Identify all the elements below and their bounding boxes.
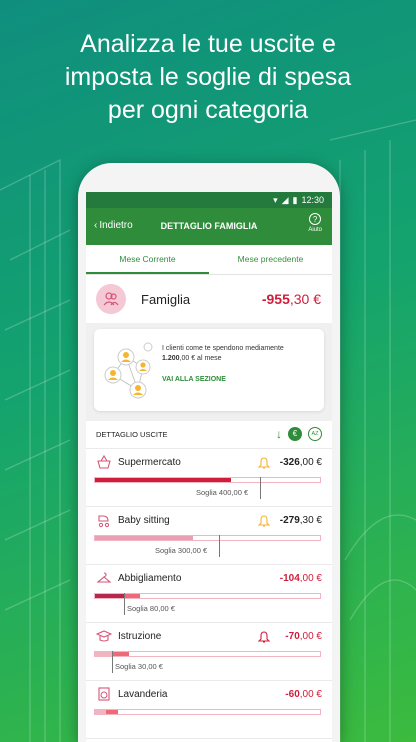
threshold-label: Soglia 300,00 € xyxy=(155,546,208,555)
bell-icon[interactable] xyxy=(258,515,270,527)
family-summary: Famiglia -955,30 € xyxy=(86,275,332,323)
category-amount-dec: ,00 € xyxy=(299,689,322,700)
category-amount-dec: ,00 € xyxy=(299,631,322,642)
help-button[interactable]: ? Aiuto xyxy=(308,213,322,235)
headline-line-1: Analizza le tue uscite e xyxy=(80,30,336,58)
category-amount-dec: ,00 € xyxy=(299,573,322,584)
category-name: Lavanderia xyxy=(118,689,168,700)
category-row[interactable]: Abbigliamento -104,00 € Soglia 80,00 € xyxy=(86,565,332,623)
help-label: Aiuto xyxy=(308,227,322,233)
graduation-cap-icon xyxy=(96,630,112,642)
stroller-icon xyxy=(98,515,110,528)
status-bar: ▾ ◢ ▮ 12:30 xyxy=(86,192,332,208)
sort-arrow-down-icon: ↓ xyxy=(276,427,282,441)
insight-amount: 1.200 xyxy=(162,355,180,362)
category-amount-int: -279 xyxy=(279,515,300,526)
headline: Analizza le tue uscite e imposta le sogl… xyxy=(0,28,416,127)
go-to-section-link[interactable]: VAI ALLA SEZIONE xyxy=(162,376,226,383)
category-amount-dec: ,30 € xyxy=(299,515,322,526)
category-bar-fill xyxy=(95,710,106,714)
app-screen: ▾ ◢ ▮ 12:30 ‹ Indietro DETTAGLIO FAMIGLI… xyxy=(86,192,332,742)
category-bar-overflow xyxy=(125,594,140,598)
threshold-label: Soglia 400,00 € xyxy=(196,488,249,497)
family-total-dec: ,30 € xyxy=(289,291,321,307)
people-network-icon xyxy=(104,342,153,399)
category-amount: -326,00 € xyxy=(280,457,322,468)
month-tabs: Mese Corrente Mese precedente xyxy=(86,245,332,275)
category-amount-int: -70 xyxy=(285,631,300,642)
category-progress-bar xyxy=(94,477,321,483)
category-row[interactable]: Baby sitting -279,30 € Soglia 300,00 € xyxy=(86,507,332,565)
category-bar-fill xyxy=(95,536,193,540)
family-name: Famiglia xyxy=(141,291,191,307)
insight-card[interactable]: I clienti come te spendono mediamente 1.… xyxy=(94,329,324,411)
signal-icon: ◢ xyxy=(281,194,289,205)
bell-icon[interactable] xyxy=(258,457,270,469)
sort-alphabetical-button[interactable]: AZ xyxy=(308,427,322,441)
headline-line-3: per ogni categoria xyxy=(107,96,309,124)
category-name: Supermercato xyxy=(118,457,181,468)
washing-machine-icon xyxy=(98,687,110,701)
category-row[interactable]: Istruzione -70,00 € Soglia 30,00 € xyxy=(86,623,332,681)
insight-area: I clienti come te spendono mediamente 1.… xyxy=(86,323,332,421)
category-amount-dec: ,00 € xyxy=(299,457,322,468)
family-avatar xyxy=(96,284,126,314)
category-amount: -60,00 € xyxy=(285,689,322,700)
threshold-marker xyxy=(260,477,261,499)
insight-line-1: I clienti come te spendono mediamente xyxy=(162,345,284,352)
category-amount: -104,00 € xyxy=(280,573,322,584)
tab-current-month[interactable]: Mese Corrente xyxy=(86,245,209,274)
category-progress-bar xyxy=(94,535,321,541)
category-bar-fill xyxy=(95,652,113,656)
tab-previous-month[interactable]: Mese precedente xyxy=(209,245,332,274)
category-bar-overflow xyxy=(113,652,129,656)
basket-icon xyxy=(97,454,111,469)
threshold-label: Soglia 80,00 € xyxy=(127,604,175,613)
category-bar-fill xyxy=(95,594,125,598)
category-row[interactable]: Lavanderia -60,00 € xyxy=(86,681,332,739)
category-amount: -279,30 € xyxy=(280,515,322,526)
threshold-label: Soglia 30,00 € xyxy=(115,662,163,671)
insight-amount-rest: ,00 € al mese xyxy=(179,355,222,362)
wifi-icon: ▾ xyxy=(273,194,278,205)
category-amount-int: -60 xyxy=(285,689,300,700)
category-amount-int: -326 xyxy=(279,457,300,468)
category-name: Baby sitting xyxy=(118,515,170,526)
insight-line-2: 1.200,00 € al mese xyxy=(162,354,322,364)
category-list: Supermercato -326,00 € Soglia 400,00 € Baby… xyxy=(86,449,332,739)
family-icon xyxy=(103,292,119,306)
sort-controls: ↓ € AZ xyxy=(276,427,322,441)
page-title: DETTAGLIO FAMIGLIA xyxy=(160,221,258,231)
category-amount-int: -104 xyxy=(279,573,300,584)
family-total: -955,30 € xyxy=(262,291,321,307)
family-total-int: -955 xyxy=(261,291,290,307)
app-bar: ‹ Indietro DETTAGLIO FAMIGLIA ? Aiuto xyxy=(86,208,332,245)
section-header: DETTAGLIO USCITE ↓ € AZ xyxy=(86,421,332,449)
category-progress-bar xyxy=(94,709,321,715)
category-bar-overflow xyxy=(106,710,118,714)
category-name: Istruzione xyxy=(118,631,162,642)
category-amount: -70,00 € xyxy=(285,631,322,642)
hanger-icon xyxy=(96,572,112,583)
headline-line-2: imposta le soglie di spesa xyxy=(64,63,352,91)
section-title: DETTAGLIO USCITE xyxy=(96,430,168,439)
bell-icon[interactable] xyxy=(258,631,270,643)
question-icon: ? xyxy=(309,213,322,225)
category-progress-bar xyxy=(94,593,321,599)
category-row[interactable]: Supermercato -326,00 € Soglia 400,00 € xyxy=(86,449,332,507)
sort-by-amount-button[interactable]: € xyxy=(288,427,302,441)
threshold-marker xyxy=(112,651,113,673)
status-time: 12:30 xyxy=(301,195,324,205)
insight-text: I clienti come te spendono mediamente 1.… xyxy=(162,344,322,364)
category-bar-fill xyxy=(95,478,231,482)
category-progress-bar xyxy=(94,651,321,657)
threshold-marker xyxy=(219,535,220,557)
threshold-marker xyxy=(124,593,125,615)
battery-icon: ▮ xyxy=(292,194,298,205)
category-name: Abbigliamento xyxy=(118,573,182,584)
